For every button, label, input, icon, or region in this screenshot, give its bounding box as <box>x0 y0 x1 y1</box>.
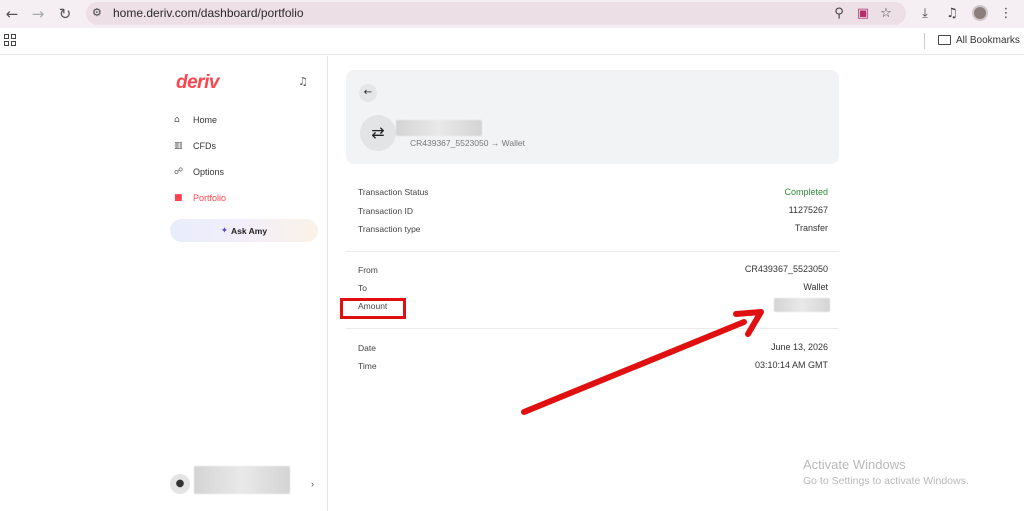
annotation-arrow <box>521 309 764 415</box>
activate-windows-title: Activate Windows <box>803 457 906 472</box>
activate-windows-subtitle: Go to Settings to activate Windows. <box>803 475 969 487</box>
